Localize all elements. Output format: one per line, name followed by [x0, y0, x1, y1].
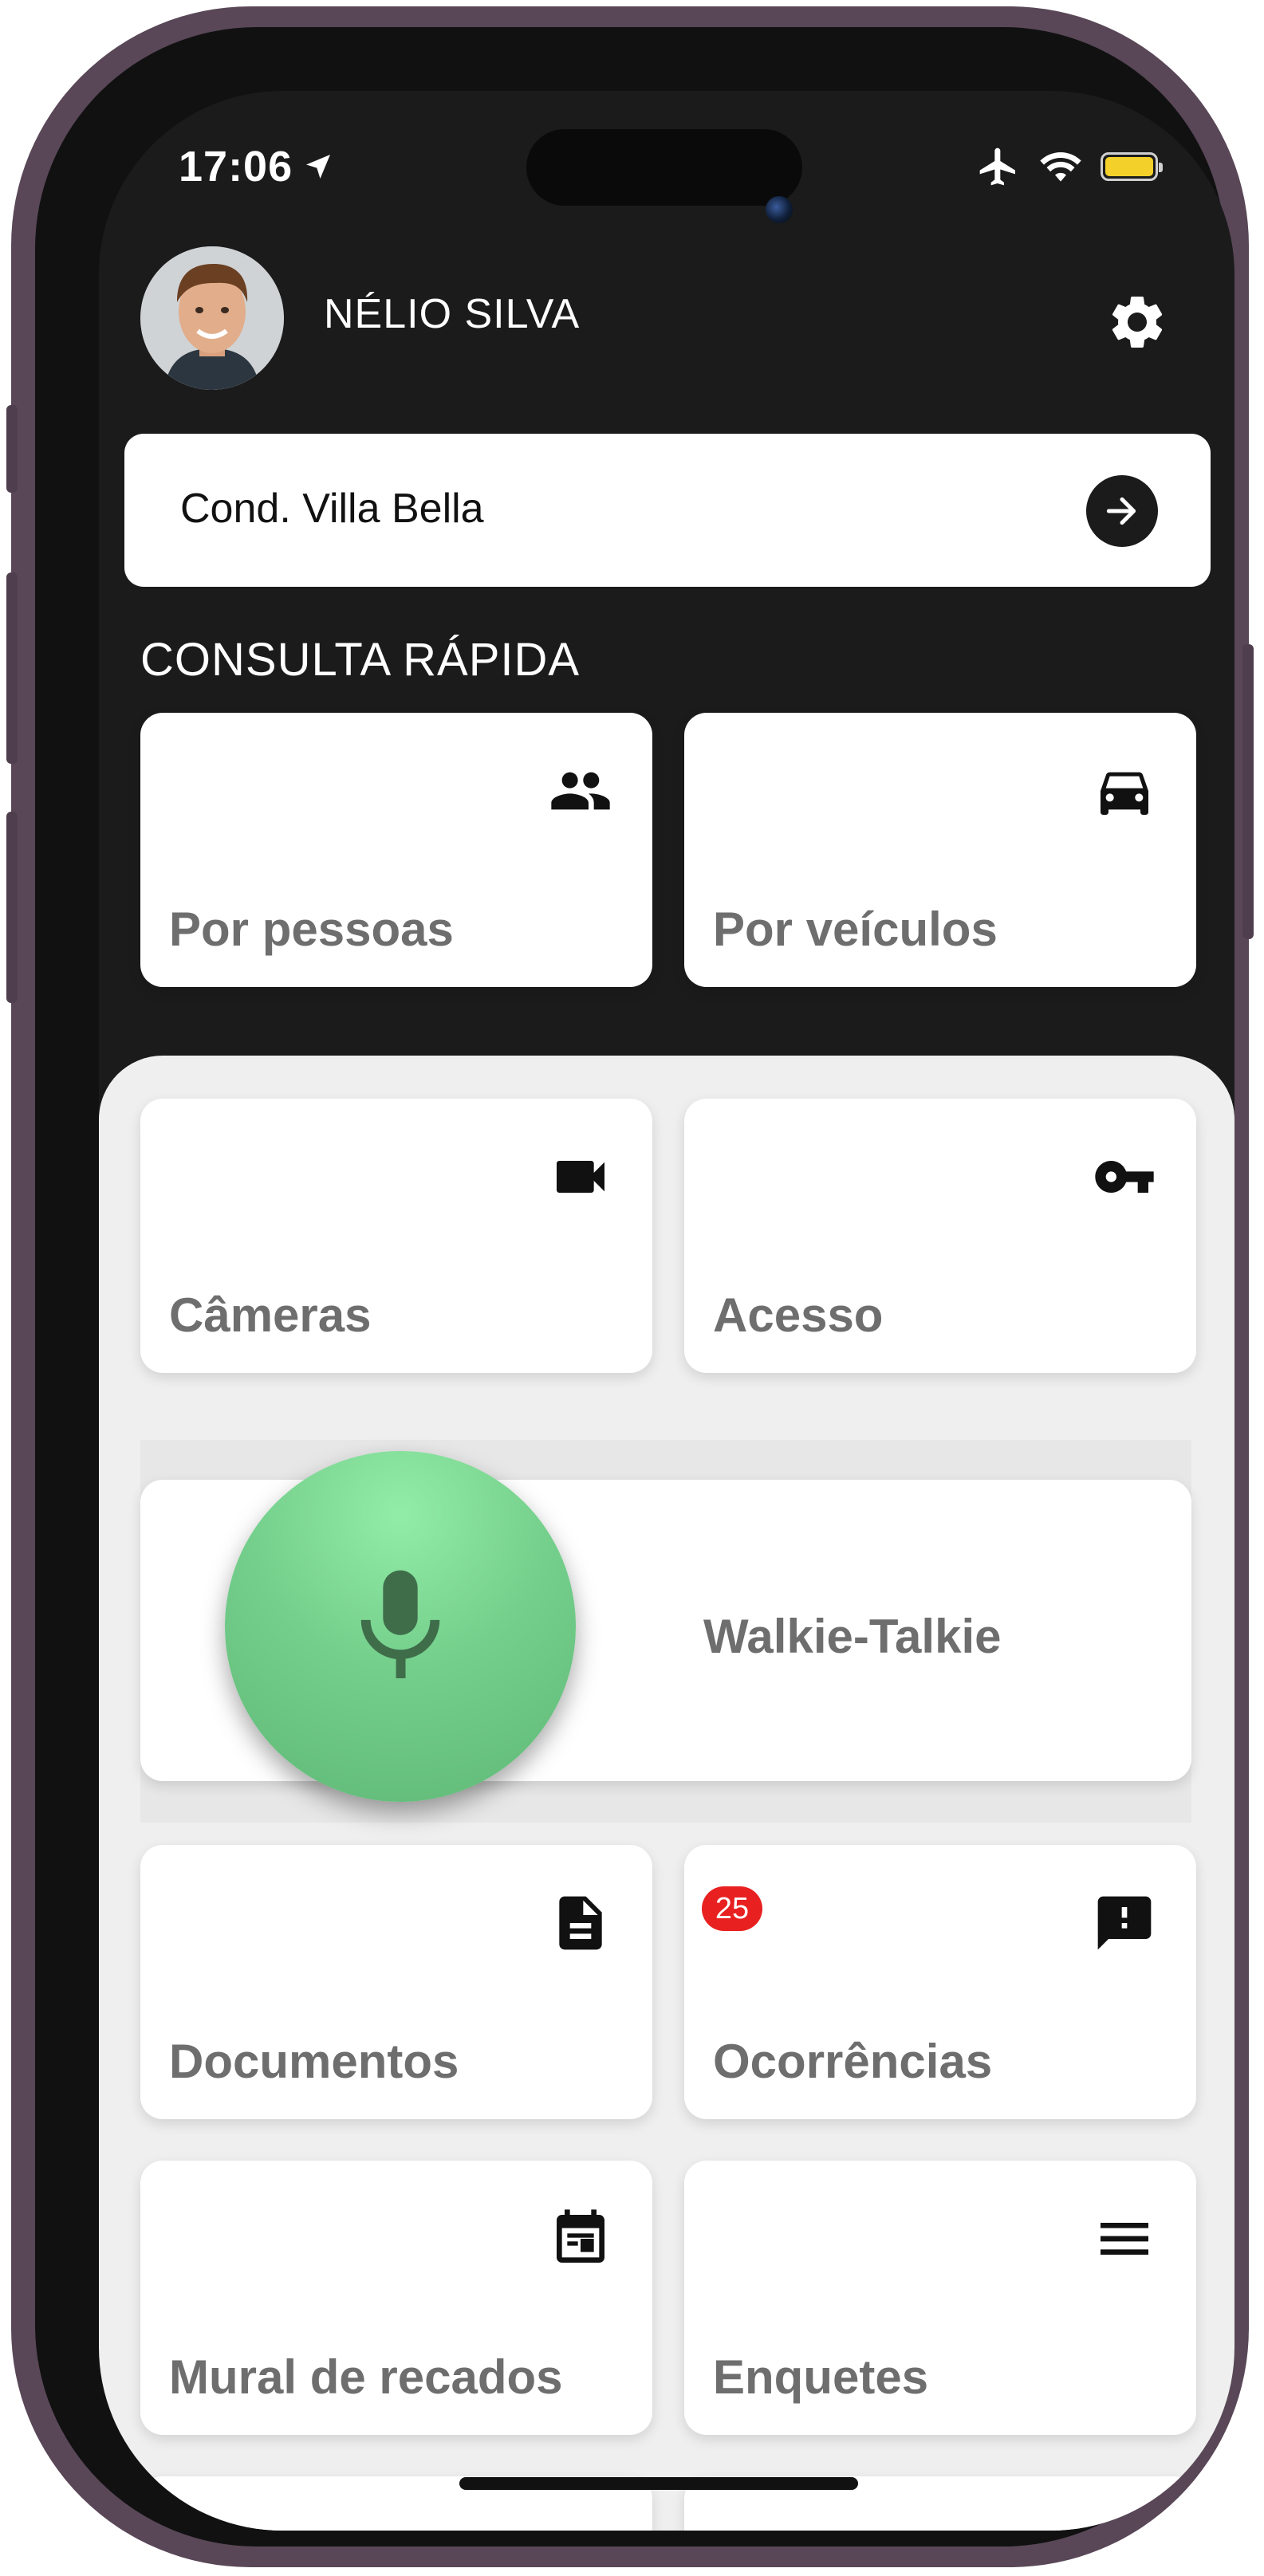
walkie-talkie-label: Walkie-Talkie — [703, 1610, 1002, 1663]
home-indicator[interactable] — [459, 2477, 858, 2490]
condo-name: Cond. Villa Bella — [180, 486, 484, 532]
location-arrow-icon — [306, 155, 331, 179]
access-card[interactable]: Acesso — [684, 1099, 1196, 1373]
airplane-icon — [979, 147, 1015, 186]
quick-search-people-card[interactable]: Por pessoas — [140, 713, 652, 987]
volume-down-button — [6, 812, 18, 1003]
front-camera — [766, 196, 793, 223]
action-button — [6, 405, 18, 493]
menu-icon — [1101, 2223, 1148, 2255]
phone-frame: 17:06 NÉLIO SILVA Cond. Villa Bella CONS… — [6, 6, 1254, 2567]
status-icons — [976, 123, 1163, 210]
message-board-card[interactable]: Mural de recados — [140, 2161, 652, 2435]
arrow-right-icon — [1106, 497, 1136, 525]
quick-search-vehicles-label: Por veículos — [713, 903, 998, 956]
cameras-label: Câmeras — [169, 1288, 372, 1342]
access-label: Acesso — [713, 1288, 884, 1342]
quick-search-title: CONSULTA RÁPIDA — [140, 634, 581, 686]
feedback-icon — [1097, 1896, 1152, 1950]
occurrences-label: Ocorrências — [713, 2035, 993, 2088]
car-icon — [1101, 772, 1148, 815]
key-icon — [1095, 1161, 1154, 1193]
phone-bezel: 17:06 NÉLIO SILVA Cond. Villa Bella CONS… — [35, 27, 1234, 2547]
polls-card[interactable]: Enquetes — [684, 2161, 1196, 2435]
user-name: NÉLIO SILVA — [324, 291, 581, 337]
videocam-icon — [557, 1161, 604, 1193]
quick-search-vehicles-card[interactable]: Por veículos — [684, 713, 1196, 987]
avatar[interactable] — [140, 246, 284, 390]
occurrences-badge: 25 — [702, 1886, 762, 1931]
occurrences-card[interactable]: 25 Ocorrências — [684, 1845, 1196, 2119]
cameras-card[interactable]: Câmeras — [140, 1099, 652, 1373]
mic-icon — [360, 1570, 440, 1678]
app-screen: 17:06 NÉLIO SILVA Cond. Villa Bella CONS… — [99, 91, 1234, 2531]
dynamic-island — [526, 129, 802, 223]
condo-go-button[interactable] — [1086, 475, 1158, 547]
document-icon — [559, 1896, 602, 1950]
time-text: 17:06 — [179, 143, 293, 191]
battery-icon — [1101, 152, 1163, 181]
quick-search-people-label: Por pessoas — [169, 903, 454, 956]
polls-label: Enquetes — [713, 2350, 929, 2404]
people-icon — [551, 772, 610, 810]
volume-up-button — [6, 572, 18, 764]
condo-selector[interactable]: Cond. Villa Bella — [124, 434, 1211, 587]
documents-label: Documentos — [169, 2035, 459, 2088]
documents-card[interactable]: Documentos — [140, 1845, 652, 2119]
walkie-talkie-mic-button[interactable] — [225, 1451, 576, 1802]
message-board-label: Mural de recados — [169, 2350, 563, 2404]
calendar-icon — [557, 2209, 604, 2263]
avatar-photo — [140, 246, 284, 390]
power-button — [1242, 644, 1254, 939]
wifi-icon — [1040, 152, 1081, 182]
settings-gear-icon[interactable] — [1105, 290, 1169, 354]
status-time: 17:06 — [179, 123, 334, 210]
